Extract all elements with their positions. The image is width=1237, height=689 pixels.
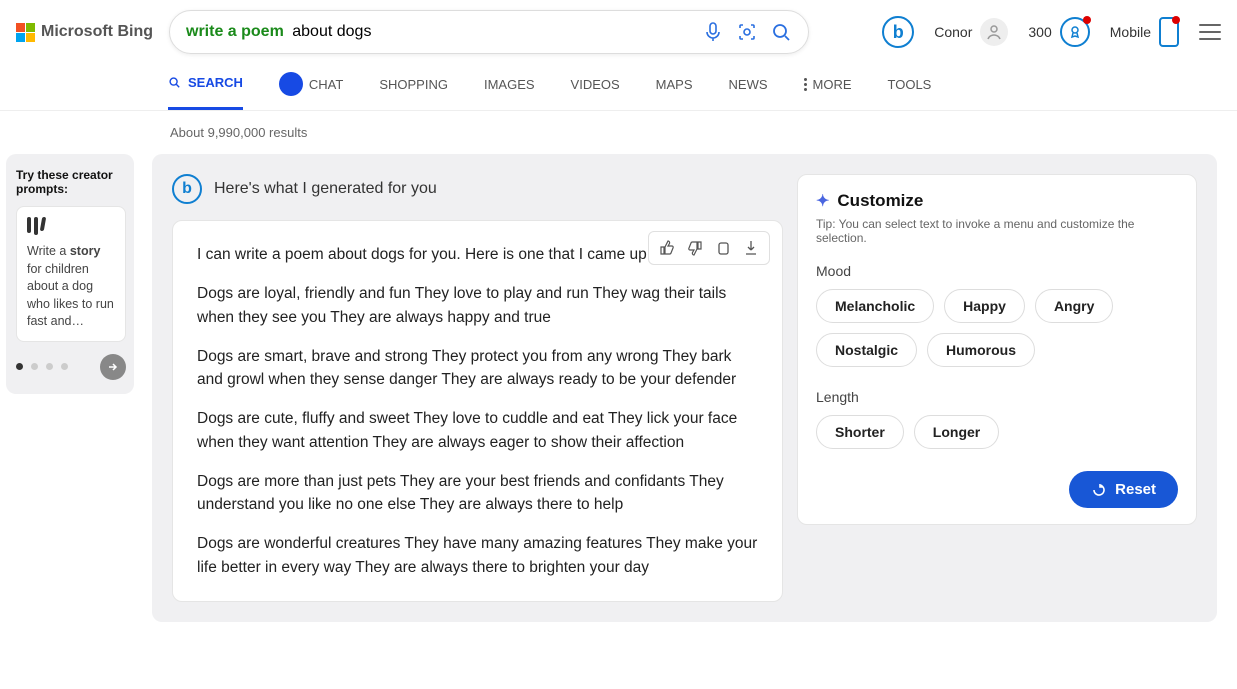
customize-panel: ✦ Customize Tip: You can select text to …: [797, 174, 1197, 525]
notification-dot: [1172, 16, 1180, 24]
search-icon[interactable]: [770, 21, 792, 43]
user-menu[interactable]: Conor: [934, 18, 1008, 46]
notification-dot: [1083, 16, 1091, 24]
poem-stanza: Dogs are more than just pets They are yo…: [197, 470, 758, 517]
chip-happy[interactable]: Happy: [944, 289, 1025, 323]
download-icon[interactable]: [739, 236, 763, 260]
thumbs-down-icon[interactable]: [683, 236, 707, 260]
dot[interactable]: [16, 363, 23, 370]
tab-chat[interactable]: CHAT: [279, 72, 343, 110]
lens-icon[interactable]: [736, 21, 758, 43]
reset-button[interactable]: Reset: [1069, 471, 1178, 508]
creator-prompts-title: Try these creator prompts:: [16, 168, 126, 196]
mobile-link[interactable]: Mobile: [1110, 17, 1179, 47]
chip-longer[interactable]: Longer: [914, 415, 999, 449]
bing-icon: b: [172, 174, 202, 204]
creator-prompt-card[interactable]: Write a story for children about a dog w…: [16, 206, 126, 342]
generated-title: Here's what I generated for you: [214, 180, 437, 198]
search-box[interactable]: write a poem: [169, 10, 809, 54]
tab-news[interactable]: NEWS: [729, 72, 768, 110]
tab-label: TOOLS: [888, 77, 932, 92]
mood-chips: Melancholic Happy Angry Nostalgic Humoro…: [816, 289, 1178, 367]
menu-icon[interactable]: [1199, 24, 1221, 40]
mood-label: Mood: [816, 263, 1178, 279]
tab-more[interactable]: MORE: [804, 72, 852, 110]
tab-label: NEWS: [729, 77, 768, 92]
tab-tools[interactable]: TOOLS: [888, 72, 932, 110]
reset-icon: [1091, 482, 1107, 498]
tab-label: VIDEOS: [571, 77, 620, 92]
carousel-dots: [16, 354, 126, 380]
mic-icon[interactable]: [702, 21, 724, 43]
tab-label: IMAGES: [484, 77, 535, 92]
points-value: 300: [1028, 24, 1051, 40]
tab-maps[interactable]: MAPS: [656, 72, 693, 110]
tab-shopping[interactable]: SHOPPING: [379, 72, 448, 110]
card-actions: [648, 231, 770, 265]
chip-angry[interactable]: Angry: [1035, 289, 1113, 323]
poem-stanza: Dogs are wonderful creatures They have m…: [197, 532, 758, 579]
next-icon[interactable]: [100, 354, 126, 380]
poem-stanza: Dogs are cute, fluffy and sweet They lov…: [197, 407, 758, 454]
chip-nostalgic[interactable]: Nostalgic: [816, 333, 917, 367]
chip-shorter[interactable]: Shorter: [816, 415, 904, 449]
nav-tabs: SEARCH CHAT SHOPPING IMAGES VIDEOS MAPS …: [0, 54, 1237, 111]
tab-label: MORE: [813, 77, 852, 92]
tab-images[interactable]: IMAGES: [484, 72, 535, 110]
logo-text: Microsoft Bing: [41, 23, 153, 41]
thumbs-up-icon[interactable]: [655, 236, 679, 260]
search-prefix: write a poem: [186, 23, 284, 41]
story-icon: [27, 217, 115, 235]
customize-title: ✦ Customize: [816, 191, 1178, 211]
generated-card: I can write a poem about dogs for you. H…: [172, 220, 783, 602]
tab-label: MAPS: [656, 77, 693, 92]
logo[interactable]: Microsoft Bing: [16, 23, 153, 42]
avatar-icon: [980, 18, 1008, 46]
search-input[interactable]: [288, 23, 690, 41]
length-label: Length: [816, 389, 1178, 405]
tab-videos[interactable]: VIDEOS: [571, 72, 620, 110]
medal-icon: [1060, 17, 1090, 47]
poem-stanza: Dogs are loyal, friendly and fun They lo…: [197, 282, 758, 329]
dot[interactable]: [46, 363, 53, 370]
result-count: About 9,990,000 results: [0, 111, 1237, 154]
bing-chat-icon[interactable]: b: [882, 16, 914, 48]
phone-icon: [1159, 17, 1179, 47]
length-chips: Shorter Longer: [816, 415, 1178, 449]
creator-prompts-panel: Try these creator prompts: Write a story…: [6, 154, 134, 394]
dot[interactable]: [61, 363, 68, 370]
microsoft-icon: [16, 23, 35, 42]
tab-label: SHOPPING: [379, 77, 448, 92]
dot[interactable]: [31, 363, 38, 370]
chip-melancholic[interactable]: Melancholic: [816, 289, 934, 323]
chip-humorous[interactable]: Humorous: [927, 333, 1035, 367]
mobile-label: Mobile: [1110, 24, 1151, 40]
poem-stanza: Dogs are smart, brave and strong They pr…: [197, 345, 758, 392]
chat-icon: [279, 72, 303, 96]
rewards[interactable]: 300: [1028, 17, 1089, 47]
dots-icon: [804, 78, 807, 91]
tab-search[interactable]: SEARCH: [168, 72, 243, 110]
copy-icon[interactable]: [711, 236, 735, 260]
tab-label: SEARCH: [188, 75, 243, 90]
customize-tip: Tip: You can select text to invoke a men…: [816, 217, 1178, 245]
user-name: Conor: [934, 24, 972, 40]
tab-label: CHAT: [309, 77, 343, 92]
sparkle-icon: ✦: [816, 191, 829, 211]
